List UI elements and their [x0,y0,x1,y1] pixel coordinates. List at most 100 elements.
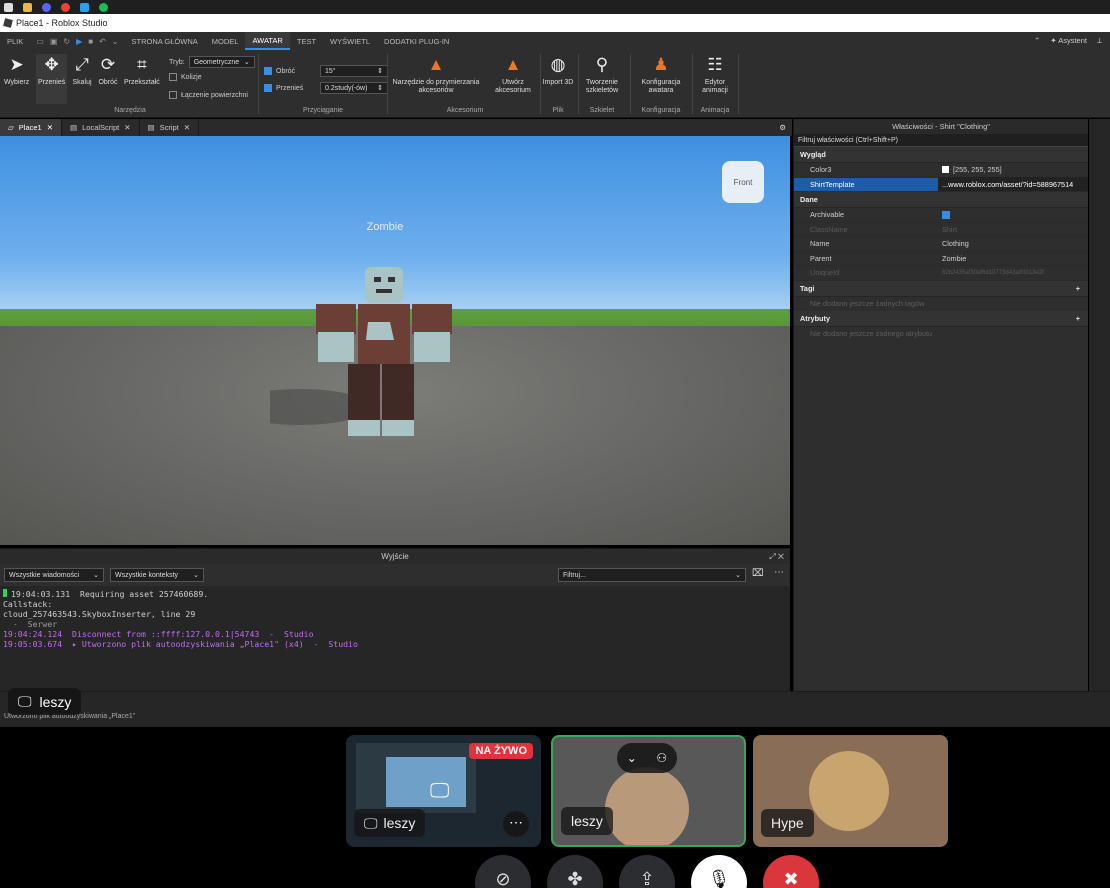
surface-join-label: Łączenie powierzchni [181,91,248,99]
gear-icon[interactable]: ⚙ [779,119,792,136]
view-cube[interactable]: Front [722,161,764,203]
assistant-button[interactable]: ✦ Asystent [1050,36,1087,46]
log-line: cloud_257463543.SkyboxInserter, line 29 [3,609,196,619]
folder-icon[interactable] [23,2,32,12]
stop-icon[interactable]: ■ [88,37,93,46]
property-row[interactable]: Color3 [255, 255, 255] [794,163,1088,178]
close-icon[interactable]: ✕ [47,123,53,132]
mode-select[interactable]: Geometryczne ⌄ [188,56,255,68]
rotate-snap-input[interactable]: 15° ⇕ [320,65,388,77]
create-accessory-button[interactable]: ▲ Utwórz akcesorium [489,54,537,95]
broom-icon[interactable]: ⌧ [752,568,764,579]
menu-avatar[interactable]: AWATAR [245,32,290,50]
property-row[interactable]: Archivable [794,208,1088,223]
color-swatch[interactable] [942,166,949,174]
import3d-button[interactable]: ◍ Import 3D [542,54,574,87]
close-icon[interactable]: ✕ [778,552,784,561]
tile-controls[interactable]: ⌄ ⚇ [617,743,677,773]
stepper-icon[interactable]: ⇕ [377,67,383,75]
redo-icon[interactable]: ↻ [63,37,70,46]
move-tool-button[interactable]: ✥ Przenieś [36,54,68,104]
section-attributes[interactable]: Atrybuty + [794,310,1088,327]
view-cube-label: Front [733,177,753,187]
anim-editor-button[interactable]: ☷ Edytor animacji [696,54,734,95]
accessory-fit-button[interactable]: ▲ Narzędzie do przymierzania akcesoriów [389,54,483,95]
output-filter-input[interactable]: Filtruj... ⌄ [558,568,746,582]
add-icon[interactable]: + [1076,281,1080,296]
zombie-model[interactable] [270,262,510,462]
select-tool-button[interactable]: ➤ Wybierz [4,54,29,87]
stream-owner-chip[interactable]: 🖵 leszy [8,688,82,715]
surface-join-row[interactable]: Łączenie powierzchni [169,91,248,99]
property-row[interactable]: Name Clothing [794,237,1088,252]
tab-place1[interactable]: ▱ Place1 ✕ [0,119,63,136]
menu-home[interactable]: STRONA GŁÓWNA [125,32,205,50]
windows-icon[interactable] [4,2,13,12]
property-row-selected[interactable]: ShirtTemplate ...www.roblox.com/asset/?i… [794,177,1088,192]
spotify-icon[interactable] [99,2,108,12]
chrome-icon[interactable] [61,2,70,12]
section-data[interactable]: Dane [794,192,1088,208]
rotate-tool-button[interactable]: ⟳ Obróć [97,54,119,87]
messages-filter-select[interactable]: Wszystkie wiadomości ⌄ [4,568,104,582]
play-icon[interactable]: ▶ [76,37,82,46]
camera-tile-leszy[interactable]: ⌄ ⚇ leszy [551,735,746,847]
mute-button[interactable]: 🎙 [691,855,747,888]
surface-join-checkbox[interactable] [169,91,177,99]
more-options-button[interactable]: ⋯ [503,811,529,837]
close-icon[interactable]: ✕ [184,123,190,132]
properties-filter-input[interactable]: Filtruj właściwości (Ctrl+Shift+P) [794,134,1088,147]
collisions-checkbox[interactable] [169,73,177,81]
collapse-icon[interactable]: ⌃ [1034,36,1040,46]
more-icon[interactable]: ⋯ [774,567,784,578]
more-icon[interactable]: ⌄ [112,37,119,46]
stepper-icon[interactable]: ⇕ [377,84,383,92]
scale-tool-button[interactable]: ⤢ Skaluj [71,54,93,87]
script-icon: ▤ [70,123,78,132]
move-snap-input[interactable]: 0.2study(-ów) ⇕ [320,82,388,94]
discord-icon[interactable] [42,2,51,12]
screen-share-icon: 🖵 [364,814,378,831]
tab-label: Place1 [18,123,42,132]
leave-call-button[interactable]: ✖ [763,855,819,888]
rotate-snap-checkbox[interactable] [264,67,272,75]
camera-toggle-button[interactable]: ⊘ [475,855,531,888]
people-icon[interactable]: ⚇ [656,751,667,765]
close-icon[interactable]: ✕ [124,123,130,132]
roblox-studio-icon[interactable] [80,2,89,12]
shirt-template-input[interactable]: ...www.roblox.com/asset/?id=588967514 [938,177,1088,192]
archivable-checkbox[interactable] [942,210,950,219]
property-row[interactable]: Parent Zombie [794,252,1088,266]
rig-builder-button[interactable]: ⚲ Tworzenie szkieletów [580,54,624,95]
menu-plugins[interactable]: DODATKI PLUG-IN [377,32,456,50]
tab-localscript[interactable]: ▤ LocalScript ✕ [62,119,140,136]
save-icon[interactable]: ▣ [50,37,58,46]
add-icon[interactable]: + [1076,311,1080,326]
popout-icon[interactable]: ⤢ [769,552,775,561]
stream-tile[interactable]: NA ŻYWO 🖵 🖵 leszy ⋯ [346,735,541,847]
avatar-config-button[interactable]: ♟ Konfiguracja awatara [634,54,688,95]
menu-view[interactable]: WYŚWIETL [323,32,377,50]
anim-editor-label: Edytor animacji [702,79,728,94]
chevron-down-icon[interactable]: ⌄ [627,751,637,765]
move-snap-checkbox[interactable] [264,84,272,92]
activities-button[interactable]: ✤ [547,855,603,888]
collisions-row[interactable]: Kolizje [169,73,202,81]
tab-script[interactable]: ▤ Script ✕ [140,119,200,136]
undo-icon[interactable]: ↶ [99,37,106,46]
menu-file[interactable]: PLIK [0,32,30,50]
camera-tile-hype[interactable]: Hype [753,735,948,847]
avatar [809,751,889,831]
3d-viewport[interactable]: Zombie Front [0,136,790,545]
share-screen-button[interactable]: ⇪ [619,855,675,888]
section-appearance[interactable]: Wygląd [794,147,1088,163]
menu-model[interactable]: MODEL [205,32,246,50]
contexts-filter-select[interactable]: Wszystkie konteksty ⌄ [110,568,204,582]
account-icon[interactable]: ⟂ [1097,36,1102,46]
section-tags[interactable]: Tagi + [794,280,1088,297]
menu-test[interactable]: TEST [290,32,323,50]
explorer-strip[interactable] [1089,119,1110,691]
transform-tool-button[interactable]: ⌗ Przekształć [124,54,160,87]
new-file-icon[interactable]: ▭ [36,37,44,46]
rotate-icon: ⟳ [100,55,116,74]
